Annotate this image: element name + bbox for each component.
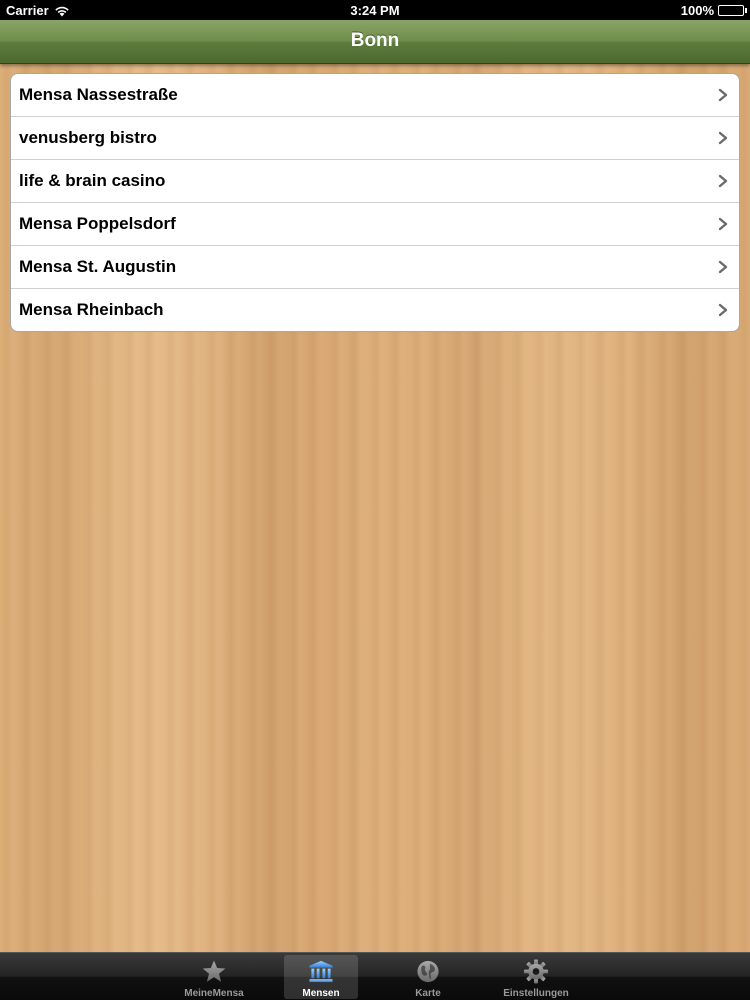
status-time: 3:24 PM — [350, 3, 400, 18]
tab-label: Karte — [415, 988, 441, 999]
list-item-venusberg-bistro[interactable]: venusberg bistro — [11, 117, 739, 160]
mensa-list: Mensa Nassestraße venusberg bistro life … — [10, 73, 740, 332]
list-item-label: Mensa Nassestraße — [19, 85, 178, 104]
star-icon — [202, 960, 226, 982]
battery-percent: 100% — [680, 3, 714, 18]
tab-bar: MeineMensa Mensen Karte Einstellungen — [0, 952, 750, 1000]
gear-icon — [523, 959, 549, 984]
tab-label: Mensen — [302, 988, 340, 999]
tab-meinemensa[interactable]: MeineMensa — [177, 955, 251, 999]
list-item-label: Mensa Rheinbach — [19, 300, 164, 319]
tab-mensen[interactable]: Mensen — [284, 955, 358, 999]
chevron-right-icon — [718, 217, 728, 231]
tab-label: MeineMensa — [184, 988, 244, 999]
content-area: Mensa Nassestraße venusberg bistro life … — [0, 64, 750, 952]
tab-karte[interactable]: Karte — [391, 955, 465, 999]
tab-label: Einstellungen — [503, 988, 569, 999]
chevron-right-icon — [718, 131, 728, 145]
chevron-right-icon — [718, 303, 728, 317]
list-item-label: venusberg bistro — [19, 128, 157, 147]
list-item-label: Mensa Poppelsdorf — [19, 214, 176, 233]
status-bar: Carrier 3:24 PM 100% — [0, 0, 750, 20]
list-item-mensa-rheinbach[interactable]: Mensa Rheinbach — [11, 289, 739, 331]
building-icon — [309, 960, 333, 983]
navigation-bar: Bonn — [0, 20, 750, 64]
chevron-right-icon — [718, 260, 728, 274]
list-item-mensa-poppelsdorf[interactable]: Mensa Poppelsdorf — [11, 203, 739, 246]
chevron-right-icon — [718, 174, 728, 188]
list-item-life-brain-casino[interactable]: life & brain casino — [11, 160, 739, 203]
page-title: Bonn — [350, 30, 400, 51]
list-item-label: Mensa St. Augustin — [19, 257, 177, 276]
tab-einstellungen[interactable]: Einstellungen — [499, 955, 573, 999]
battery-icon — [718, 5, 747, 16]
list-item-mensa-st-augustin[interactable]: Mensa St. Augustin — [11, 246, 739, 289]
list-item-label: life & brain casino — [19, 171, 166, 190]
battery-indicator: 100% — [680, 3, 747, 18]
chevron-right-icon — [718, 88, 728, 102]
list-item-mensa-nassestrasse[interactable]: Mensa Nassestraße — [11, 74, 739, 117]
globe-icon — [417, 960, 439, 983]
